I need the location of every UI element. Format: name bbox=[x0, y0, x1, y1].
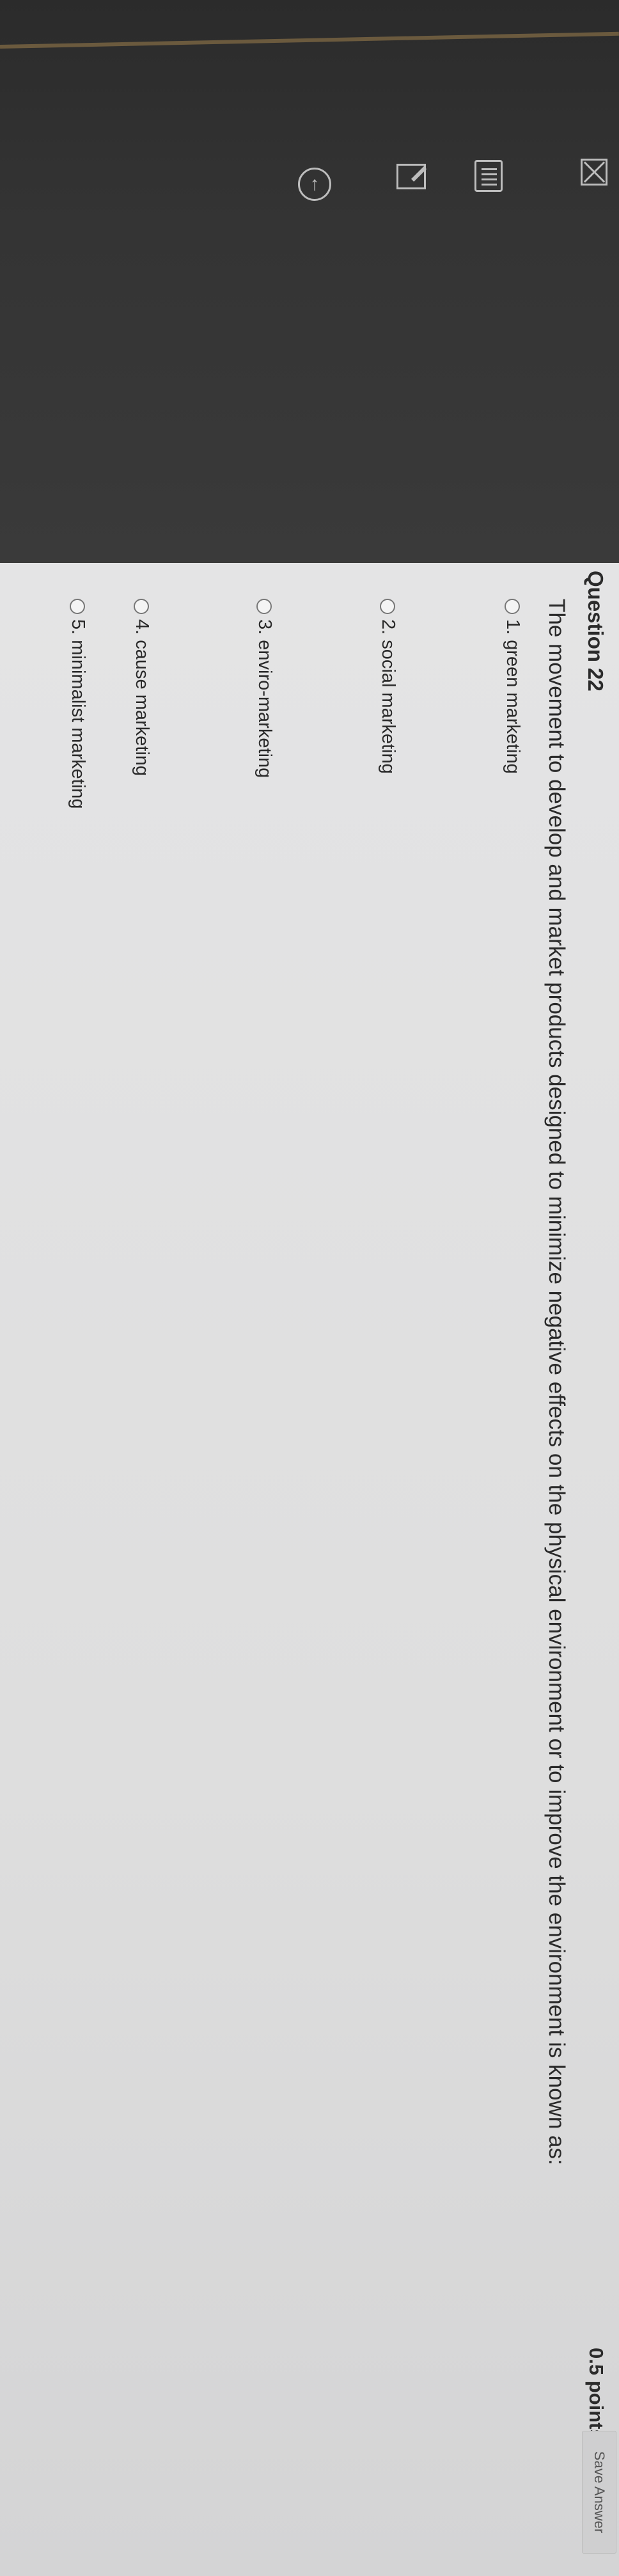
radio-button[interactable] bbox=[505, 599, 521, 614]
dark-background bbox=[0, 0, 619, 563]
option-label: 1. green marketing bbox=[503, 619, 523, 774]
save-answer-button[interactable]: Save Answer bbox=[582, 2431, 616, 2554]
points-label: 0.5 points bbox=[585, 2348, 607, 2440]
question-panel: Question 22 0.5 points Save Answer The m… bbox=[0, 563, 619, 2576]
answer-option-2[interactable]: 2. social marketing bbox=[377, 599, 398, 774]
question-title: Question 22 bbox=[584, 571, 607, 691]
radio-button[interactable] bbox=[380, 599, 396, 614]
answer-option-3[interactable]: 3. enviro-marketing bbox=[254, 599, 275, 778]
upload-icon[interactable]: ↑ bbox=[298, 168, 331, 201]
question-text: The movement to develop and market produ… bbox=[544, 599, 569, 2165]
close-icon[interactable] bbox=[581, 159, 607, 186]
list-icon[interactable] bbox=[474, 160, 503, 192]
radio-button[interactable] bbox=[70, 599, 86, 614]
option-label: 5. minimalist marketing bbox=[68, 619, 88, 809]
edit-icon[interactable] bbox=[396, 164, 426, 189]
answer-option-1[interactable]: 1. green marketing bbox=[502, 599, 523, 774]
option-label: 3. enviro-marketing bbox=[255, 619, 275, 778]
answer-option-5[interactable]: 5. minimalist marketing bbox=[67, 599, 88, 809]
option-label: 2. social marketing bbox=[378, 619, 398, 774]
answer-option-4[interactable]: 4. cause marketing bbox=[131, 599, 152, 776]
option-label: 4. cause marketing bbox=[132, 619, 152, 777]
radio-button[interactable] bbox=[256, 599, 272, 614]
radio-button[interactable] bbox=[134, 599, 150, 614]
